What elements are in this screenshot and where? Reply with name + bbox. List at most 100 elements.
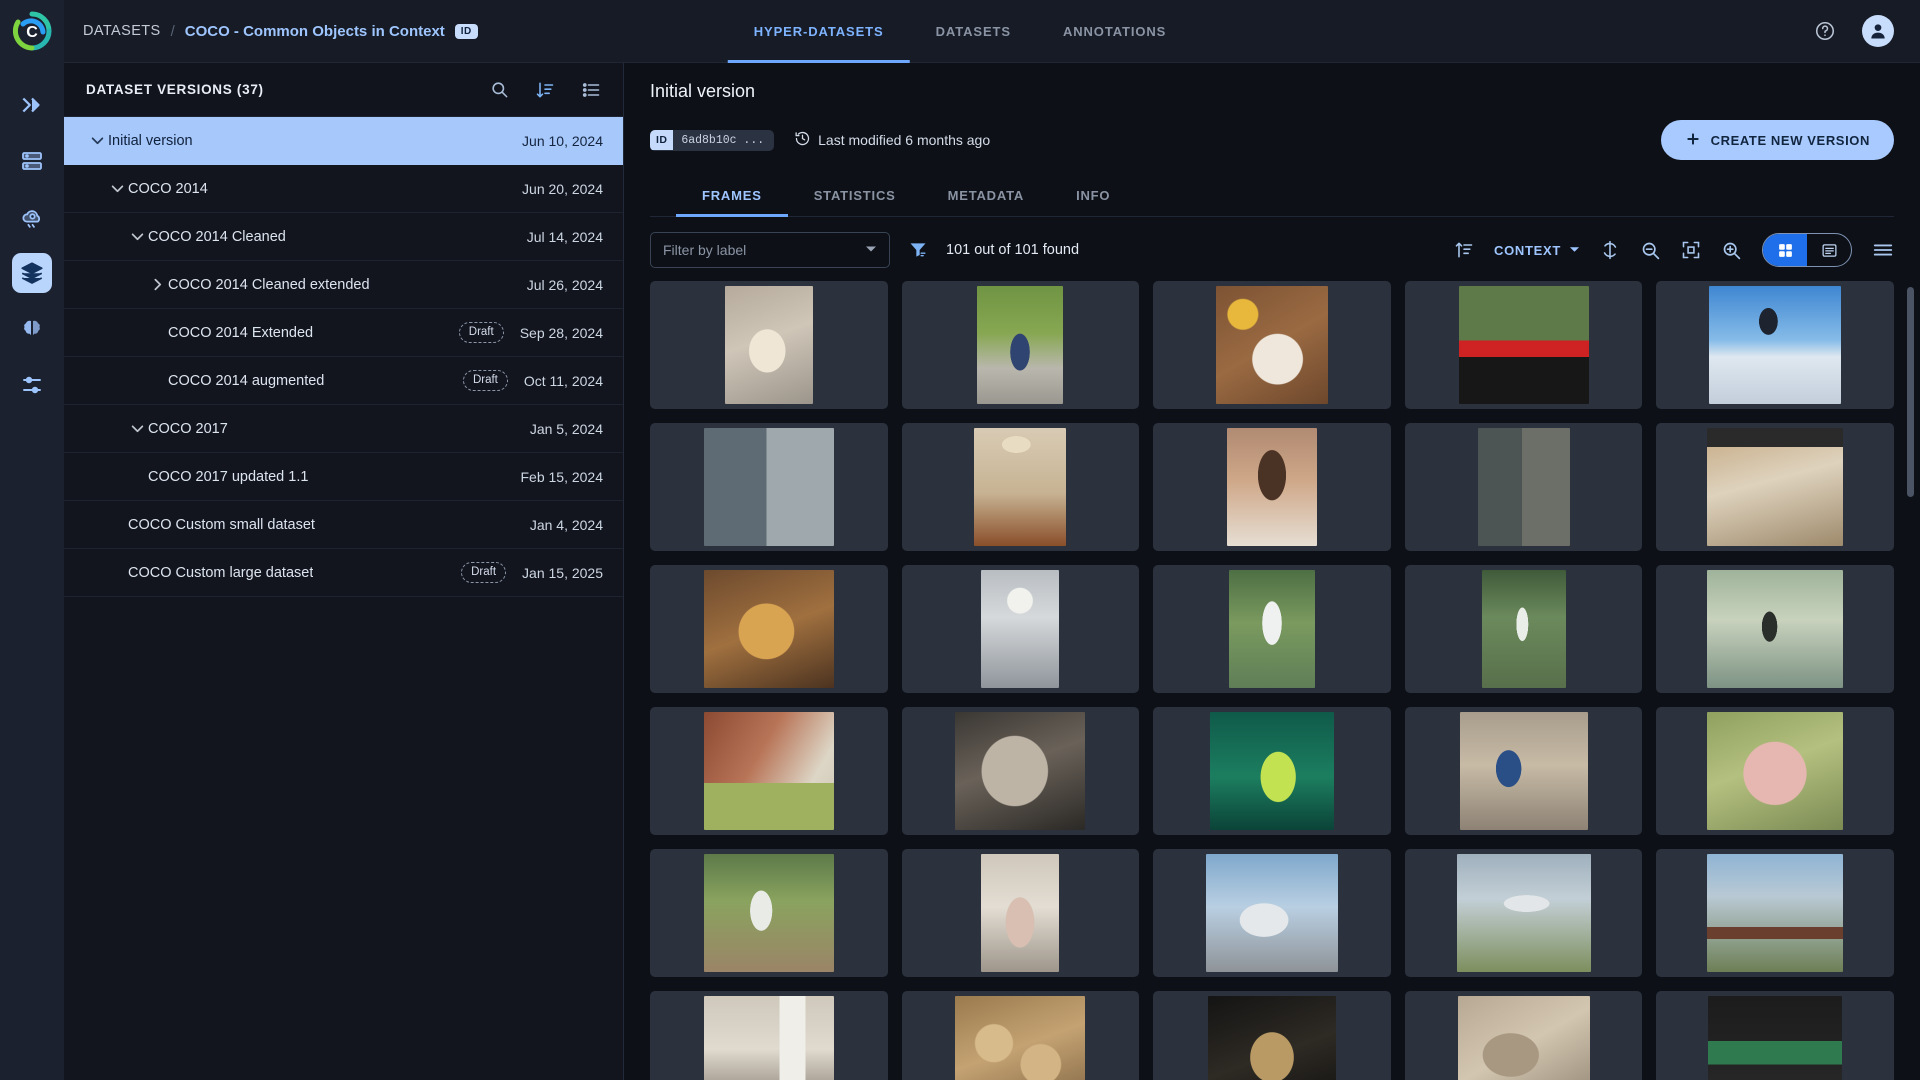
frame-thumbnail-cell[interactable]: [1153, 991, 1391, 1080]
filter-by-label-select[interactable]: Filter by label: [650, 232, 890, 268]
frame-thumbnail-cell[interactable]: [1153, 565, 1391, 693]
frame-thumbnail-cell[interactable]: [1153, 281, 1391, 409]
version-row-right: Draft Sep 28, 2024: [458, 322, 603, 343]
frames-scrollbar[interactable]: [1907, 287, 1914, 497]
breadcrumb-current[interactable]: COCO - Common Objects in Context: [185, 23, 445, 40]
breadcrumb: DATASETS / COCO - Common Objects in Cont…: [64, 23, 478, 40]
sliders-icon[interactable]: [12, 365, 52, 405]
version-caret-icon[interactable]: [126, 230, 148, 243]
hamburger-menu-icon[interactable]: [1872, 239, 1894, 261]
zoom-out-icon[interactable]: [1640, 240, 1661, 261]
tab-metadata[interactable]: METADATA: [922, 174, 1050, 216]
version-row[interactable]: Initial version Jun 10, 2024: [64, 117, 623, 165]
list-view-icon[interactable]: [581, 80, 601, 100]
version-name: COCO 2014 Cleaned: [148, 228, 286, 245]
version-row[interactable]: COCO 2014 Jun 20, 2024: [64, 165, 623, 213]
version-row[interactable]: COCO 2017 updated 1.1 Feb 15, 2024: [64, 453, 623, 501]
frame-thumbnail-cell[interactable]: [1656, 707, 1894, 835]
version-caret-icon[interactable]: [126, 422, 148, 435]
cloud-gear-icon[interactable]: [12, 197, 52, 237]
frame-thumbnail-cell[interactable]: [1153, 423, 1391, 551]
frame-image-wakeboarder-lake: [1707, 570, 1844, 688]
frame-thumbnail-cell[interactable]: [1153, 849, 1391, 977]
frame-thumbnail-cell[interactable]: [1656, 991, 1894, 1080]
version-row[interactable]: COCO Custom small dataset Jan 4, 2024: [64, 501, 623, 549]
frame-thumbnail-cell[interactable]: [901, 423, 1140, 551]
context-dropdown[interactable]: CONTEXT: [1494, 243, 1580, 258]
brain-icon[interactable]: [12, 309, 52, 349]
frame-thumbnail-cell[interactable]: [1656, 281, 1894, 409]
version-id-badge[interactable]: ID 6ad8b10c ...: [650, 129, 775, 151]
frame-thumbnail-cell[interactable]: [1656, 849, 1894, 977]
app-logo[interactable]: C: [0, 0, 64, 63]
question-circle-icon[interactable]: [1810, 16, 1840, 46]
frame-thumbnail-cell[interactable]: [650, 707, 888, 835]
version-row-right: Jun 10, 2024: [522, 133, 603, 149]
tab-datasets[interactable]: DATASETS: [910, 0, 1037, 63]
status-badge: Draft: [458, 322, 504, 343]
tab-statistics[interactable]: STATISTICS: [788, 174, 922, 216]
user-avatar-icon[interactable]: [1862, 15, 1894, 47]
sidebar-item-hyper-datasets[interactable]: [12, 253, 52, 293]
frame-thumbnail-cell[interactable]: [901, 991, 1140, 1080]
refresh-icon[interactable]: [1600, 240, 1620, 260]
version-caret-icon[interactable]: [146, 278, 168, 291]
version-id-value: 6ad8b10c ...: [681, 133, 765, 147]
list-view-icon[interactable]: [1807, 234, 1851, 266]
frame-thumbnail-cell[interactable]: [1404, 991, 1643, 1080]
tab-annotations[interactable]: ANNOTATIONS: [1037, 0, 1192, 63]
server-rack-icon[interactable]: [12, 141, 52, 181]
fit-to-frame-icon[interactable]: [1681, 240, 1701, 260]
frame-thumbnail-cell[interactable]: [901, 565, 1140, 693]
breadcrumb-id-chip[interactable]: ID: [454, 23, 478, 39]
frame-thumbnail-cell[interactable]: [1656, 423, 1894, 551]
frame-thumbnail-cell[interactable]: [901, 281, 1140, 409]
frame-thumbnail-cell[interactable]: [650, 565, 888, 693]
version-row-right: Jan 5, 2024: [530, 421, 603, 437]
version-row-right: Draft Jan 15, 2025: [461, 562, 603, 583]
tab-frames[interactable]: FRAMES: [676, 174, 788, 217]
frame-thumbnail-cell[interactable]: [1404, 849, 1643, 977]
frame-thumbnail-cell[interactable]: [650, 849, 888, 977]
frame-image-tennis-player-green: [1209, 712, 1334, 830]
frames-toolbar: Filter by label 101 out of 101 found CON…: [624, 217, 1920, 281]
frame-thumbnail-cell[interactable]: [1404, 565, 1643, 693]
double-chevron-right-icon[interactable]: [12, 85, 52, 125]
frame-thumbnail-cell[interactable]: [901, 849, 1140, 977]
zoom-in-icon[interactable]: [1721, 240, 1742, 261]
frame-thumbnail-cell[interactable]: [1404, 281, 1643, 409]
search-icon[interactable]: [490, 80, 509, 99]
create-new-version-button[interactable]: CREATE NEW VERSION: [1660, 120, 1894, 160]
frames-toolbar-right: CONTEXT: [1454, 233, 1894, 267]
version-row-right: Draft Oct 11, 2024: [462, 370, 603, 391]
tab-info[interactable]: INFO: [1050, 174, 1136, 216]
version-caret-icon[interactable]: [106, 182, 128, 195]
frame-thumbnail-cell[interactable]: [1153, 707, 1391, 835]
frame-thumbnail-cell[interactable]: [650, 281, 888, 409]
frame-thumbnail-cell[interactable]: [1404, 423, 1643, 551]
frame-thumbnail-cell[interactable]: [1656, 565, 1894, 693]
version-row[interactable]: COCO 2014 Cleaned Jul 14, 2024: [64, 213, 623, 261]
version-row[interactable]: COCO 2017 Jan 5, 2024: [64, 405, 623, 453]
view-mode-toggle: [1762, 233, 1852, 267]
frame-thumbnail-cell[interactable]: [650, 423, 888, 551]
funnel-icon[interactable]: [908, 240, 928, 260]
version-row[interactable]: COCO Custom large dataset Draft Jan 15, 20…: [64, 549, 623, 597]
breadcrumb-datasets[interactable]: DATASETS: [83, 23, 161, 39]
version-row[interactable]: COCO 2014 augmented Draft Oct 11, 2024: [64, 357, 623, 405]
frame-thumbnail-cell[interactable]: [1404, 707, 1643, 835]
grid-view-icon[interactable]: [1763, 234, 1807, 266]
left-rail: [0, 63, 64, 1080]
versions-list: Initial version Jun 10, 2024 COCO 2014 Jun …: [64, 117, 623, 597]
tab-hyper-datasets[interactable]: HYPER-DATASETS: [727, 0, 910, 63]
context-label: CONTEXT: [1493, 242, 1561, 258]
sort-desc-icon[interactable]: [535, 80, 555, 100]
version-caret-icon[interactable]: [86, 134, 108, 147]
frame-thumbnail-cell[interactable]: [901, 707, 1140, 835]
version-date: Oct 11, 2024: [523, 372, 603, 389]
frame-thumbnail-cell[interactable]: [650, 991, 888, 1080]
version-name: COCO 2017 updated 1.1: [148, 468, 309, 485]
version-row[interactable]: COCO 2014 Cleaned extended Jul 26, 2024: [64, 261, 623, 309]
sort-ascending-icon[interactable]: [1454, 240, 1474, 260]
version-row[interactable]: COCO 2014 Extended Draft Sep 28, 2024: [64, 309, 623, 357]
